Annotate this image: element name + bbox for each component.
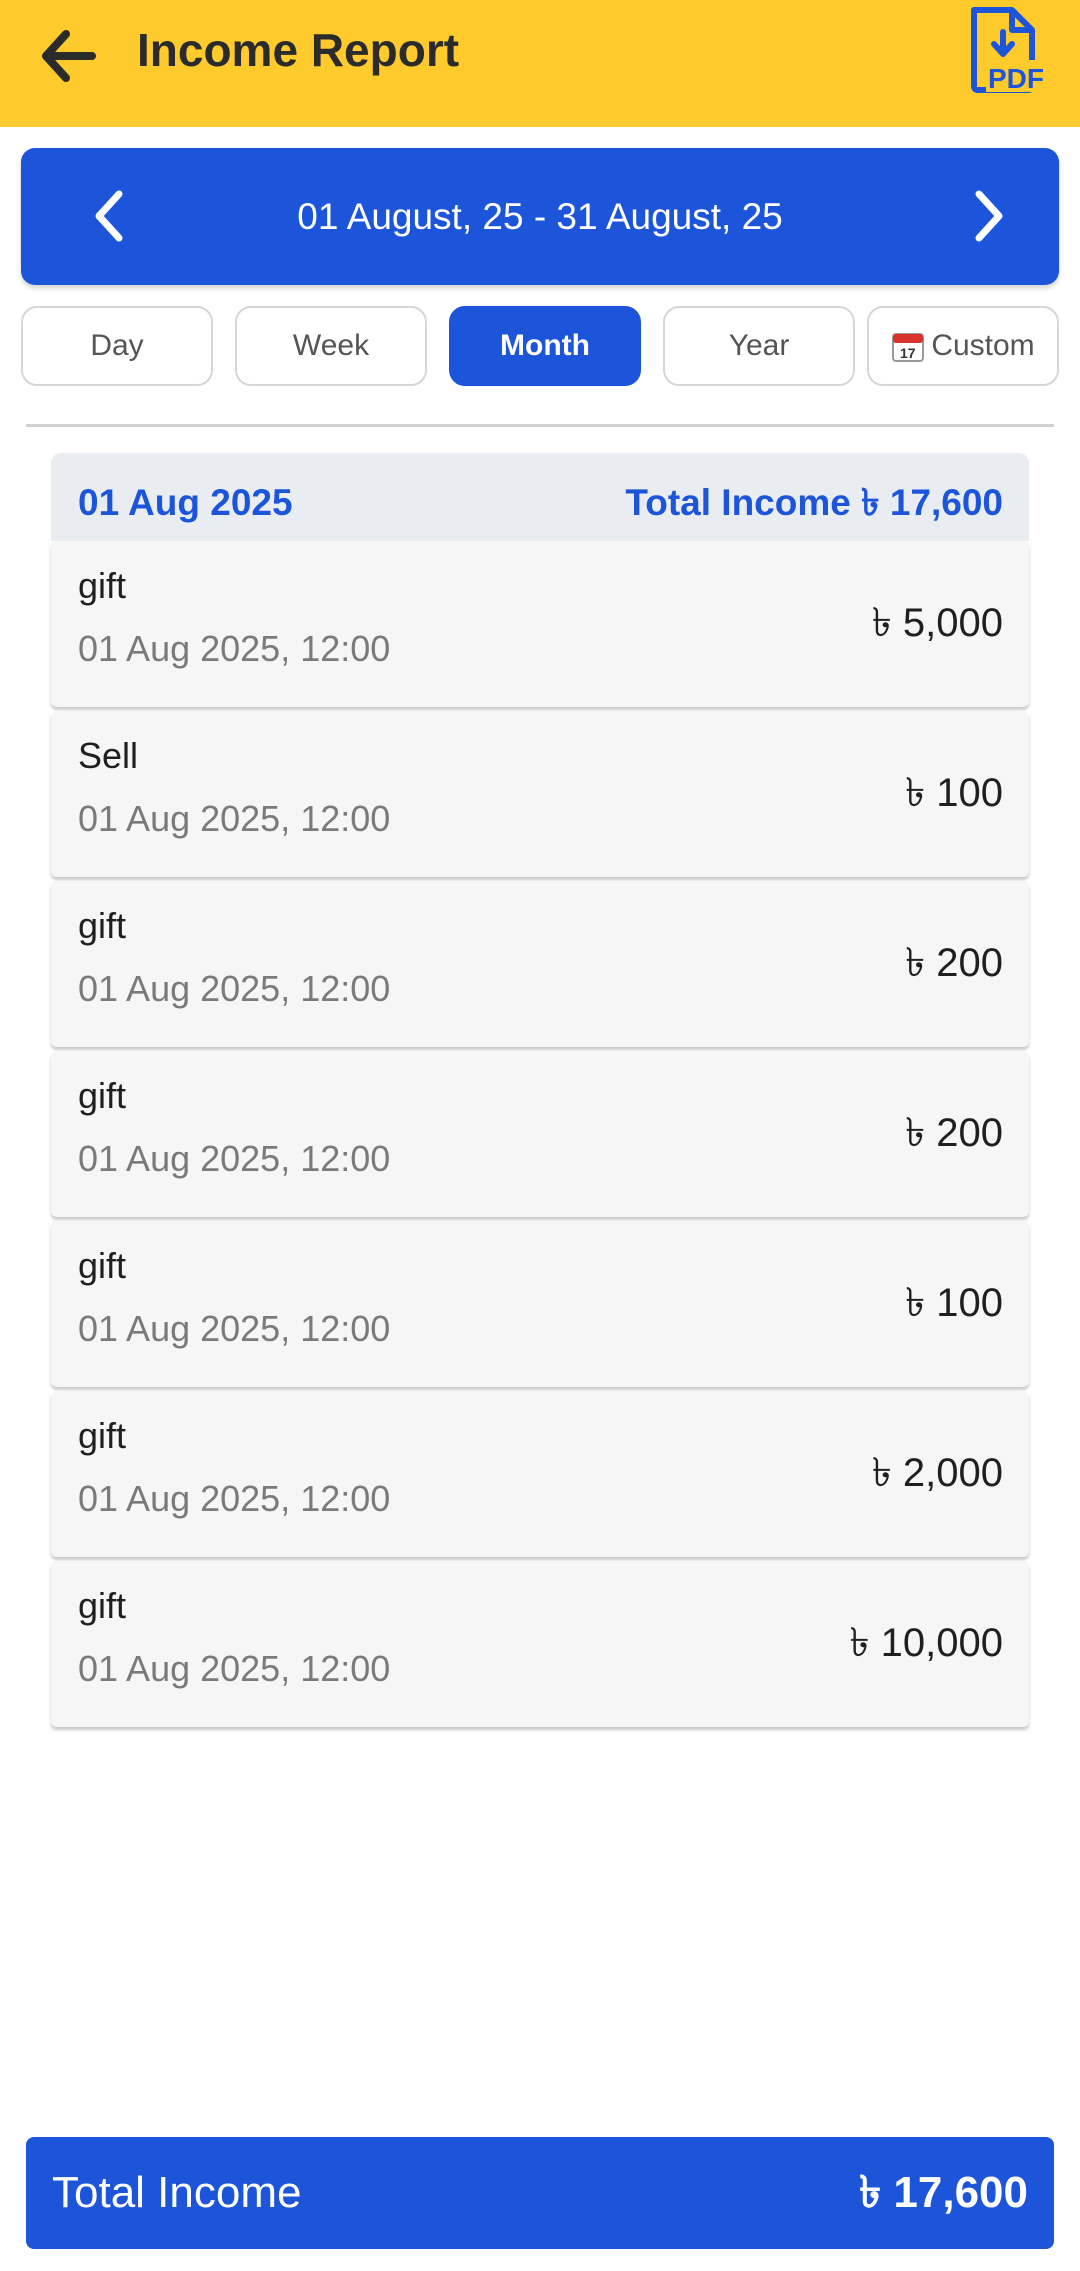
list-item[interactable]: gift 01 Aug 2025, 12:00 ৳ 2,000 [51,1391,1029,1557]
total-income-value: ৳ 17,600 [859,2168,1028,2217]
chevron-right-icon [975,190,1003,242]
arrow-left-icon [42,30,96,82]
tab-label: Year [728,329,790,362]
tab-month[interactable]: Month [449,306,641,386]
pdf-download-icon: PDF [971,7,1056,94]
back-button[interactable] [28,16,108,96]
list-item[interactable]: gift 01 Aug 2025, 12:00 ৳ 5,000 [51,541,1029,707]
item-time: 01 Aug 2025, 12:00 [78,798,391,839]
group-date: 01 Aug 2025 [78,482,293,523]
list-item[interactable]: Sell 01 Aug 2025, 12:00 ৳ 100 [51,711,1029,877]
income-group: 01 Aug 2025 Total Income ৳ 17,600 gift 0… [51,453,1029,1731]
item-amount: ৳ 10,000 [849,1620,1003,1665]
pdf-label: PDF [988,63,1044,94]
item-category: gift [78,1585,127,1626]
item-category: gift [78,1075,127,1116]
tab-label: Month [500,329,590,362]
list-item[interactable]: gift 01 Aug 2025, 12:00 ৳ 200 [51,1051,1029,1217]
item-category: Sell [78,735,139,776]
item-category: gift [78,905,127,946]
tab-week[interactable]: Week [235,306,427,386]
item-amount: ৳ 2,000 [871,1450,1003,1495]
item-time: 01 Aug 2025, 12:00 [78,628,391,669]
pdf-download-button[interactable]: PDF [966,6,1056,96]
tab-label: Day [90,329,144,362]
item-category: gift [78,1415,127,1456]
total-income-bar: Total Income ৳ 17,600 [26,2137,1054,2249]
item-category: gift [78,1245,127,1286]
tab-label: Custom [931,329,1035,362]
group-header: 01 Aug 2025 Total Income ৳ 17,600 [51,453,1029,541]
app-bar: Income Report PDF [0,0,1080,127]
item-amount: ৳ 100 [905,770,1003,815]
period-tabs: Day Week Month Year 17 Custom [21,306,1059,386]
page-title: Income Report [137,24,460,76]
list-item[interactable]: gift 01 Aug 2025, 12:00 ৳ 100 [51,1221,1029,1387]
divider [26,424,1054,427]
next-period-button[interactable] [949,176,1029,256]
list-item[interactable]: gift 01 Aug 2025, 12:00 ৳ 200 [51,881,1029,1047]
list-item[interactable]: gift 01 Aug 2025, 12:00 ৳ 10,000 [51,1561,1029,1727]
item-time: 01 Aug 2025, 12:00 [78,968,391,1009]
total-income-label: Total Income [52,2168,302,2217]
tab-custom[interactable]: 17 Custom [867,306,1059,386]
tab-day[interactable]: Day [21,306,213,386]
previous-period-button[interactable] [69,176,149,256]
svg-text:17: 17 [900,345,916,361]
item-time: 01 Aug 2025, 12:00 [78,1478,391,1519]
calendar-icon: 17 [892,333,925,362]
item-time: 01 Aug 2025, 12:00 [78,1308,391,1349]
item-amount: ৳ 200 [905,940,1003,985]
item-amount: ৳ 5,000 [871,600,1003,645]
group-total: Total Income ৳ 17,600 [625,482,1003,523]
tab-label: Week [292,329,370,362]
date-range-label: 01 August, 25 - 31 August, 25 [297,195,783,237]
item-amount: ৳ 100 [905,1280,1003,1325]
item-time: 01 Aug 2025, 12:00 [78,1138,391,1179]
tab-year[interactable]: Year [663,306,855,386]
item-category: gift [78,565,127,606]
income-report-screen: Income Report PDF 01 August, 25 - 31 Aug… [0,0,1080,2271]
chevron-left-icon [95,190,123,242]
date-range-bar: 01 August, 25 - 31 August, 25 [21,148,1059,285]
item-time: 01 Aug 2025, 12:00 [78,1648,391,1689]
item-amount: ৳ 200 [905,1110,1003,1155]
